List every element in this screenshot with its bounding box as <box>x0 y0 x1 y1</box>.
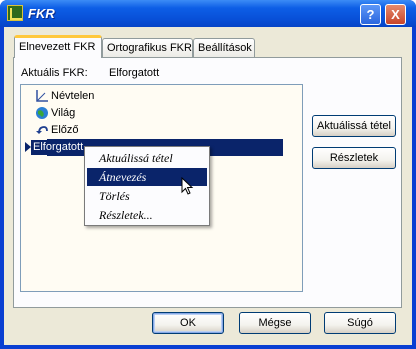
list-item[interactable]: Világ <box>21 105 284 122</box>
tab-named-ucs[interactable]: Elnevezett FKR <box>14 35 102 58</box>
list-item-label: Előző <box>51 124 79 136</box>
list-item-label: Elforgatott <box>31 140 86 155</box>
help-title-button[interactable]: ? <box>360 4 381 25</box>
list-item[interactable]: Névtelen <box>21 88 284 105</box>
tab-settings[interactable]: Beállítások <box>193 38 255 57</box>
details-button[interactable]: Részletek <box>312 147 396 169</box>
app-icon <box>7 5 23 21</box>
tab-orthographic-ucs[interactable]: Ortografikus FKR <box>102 38 193 57</box>
title-bar[interactable]: FKR ? X <box>0 0 416 27</box>
dialog-window: FKR ? X Elnevezett FKR Ortografikus FKR … <box>0 0 416 349</box>
window-title: FKR <box>28 6 55 21</box>
cancel-button[interactable]: Mégse <box>239 312 311 334</box>
help-button[interactable]: Súgó <box>324 312 396 334</box>
menu-item-details[interactable]: Részletek... <box>87 206 207 224</box>
axes-icon <box>35 89 49 103</box>
undo-arrow-icon <box>35 123 49 137</box>
close-button[interactable]: X <box>385 4 406 25</box>
current-ucs-value: Elforgatott <box>109 67 160 79</box>
current-ucs-label: Aktuális FKR: <box>21 67 88 79</box>
globe-icon <box>35 106 49 120</box>
list-item-label: Névtelen <box>51 90 95 102</box>
ok-button[interactable]: OK <box>152 312 224 334</box>
set-current-button[interactable]: Aktuálissá tétel <box>312 115 396 137</box>
list-item-label: Világ <box>51 107 76 119</box>
mouse-cursor-icon <box>181 176 195 197</box>
list-item[interactable]: Előző <box>21 122 284 139</box>
menu-item-set-current[interactable]: Aktuálissá tétel <box>87 149 207 167</box>
